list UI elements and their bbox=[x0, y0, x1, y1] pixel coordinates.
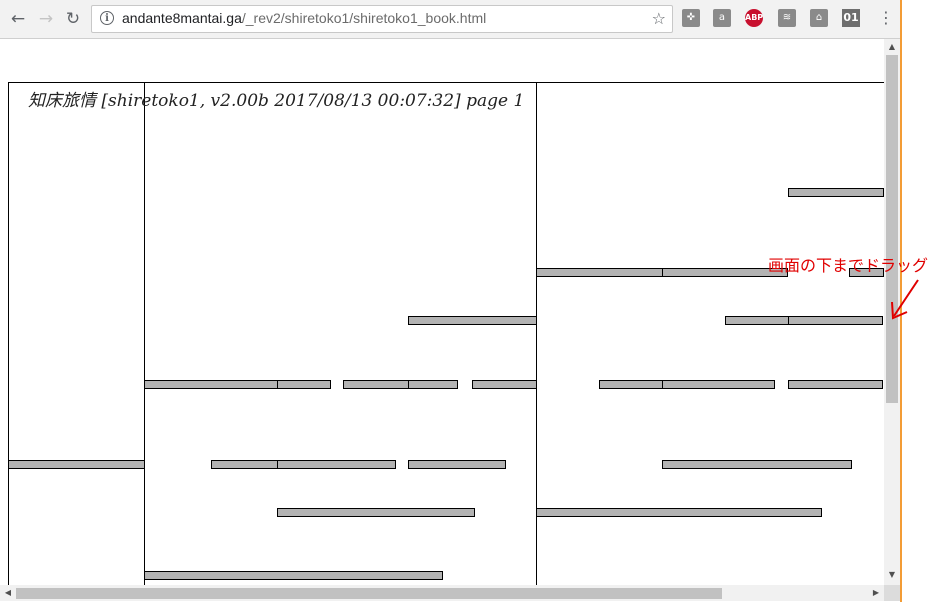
reload-button[interactable]: ↻ bbox=[63, 9, 83, 29]
note-bar bbox=[536, 268, 663, 277]
pdf-extension-icon[interactable]: ⌂ bbox=[810, 9, 828, 27]
menu-icon[interactable]: ⋮ bbox=[878, 8, 894, 28]
url-text[interactable]: andante8mantai.ga/_rev2/shiretoko1/shire… bbox=[122, 10, 486, 26]
note-bar bbox=[662, 380, 775, 389]
note-bar bbox=[343, 380, 409, 389]
note-bar bbox=[788, 188, 884, 197]
note-bar bbox=[788, 380, 883, 389]
url-path: /_rev2/shiretoko1/shiretoko1_book.html bbox=[241, 10, 487, 26]
measure-line bbox=[144, 82, 145, 585]
forward-button[interactable]: → bbox=[36, 9, 56, 29]
note-bar bbox=[472, 380, 537, 389]
info-icon[interactable]: i bbox=[100, 11, 114, 25]
back-button[interactable]: ← bbox=[8, 9, 28, 29]
note-bar bbox=[277, 380, 331, 389]
scrollbar-corner bbox=[884, 585, 900, 601]
shopping-bag-extension-icon[interactable]: a bbox=[713, 9, 731, 27]
horizontal-scroll-thumb[interactable] bbox=[16, 588, 722, 599]
bookmark-star-icon[interactable]: ☆ bbox=[652, 9, 666, 28]
horizontal-scrollbar[interactable]: ◀ ▶ bbox=[0, 585, 884, 601]
scroll-up-arrow-icon[interactable]: ▲ bbox=[884, 41, 900, 53]
note-bar bbox=[725, 316, 789, 325]
page-content: 知床旅情 [shiretoko1, v2.00b 2017/08/13 00:0… bbox=[0, 39, 884, 585]
note-bar bbox=[408, 380, 458, 389]
note-bar bbox=[408, 316, 537, 325]
note-bar bbox=[144, 380, 278, 389]
red-arrow-icon bbox=[891, 279, 919, 320]
page-title: 知床旅情 [shiretoko1, v2.00b 2017/08/13 00:0… bbox=[28, 91, 525, 111]
address-bar[interactable]: i andante8mantai.ga/_rev2/shiretoko1/shi… bbox=[91, 5, 673, 33]
note-bar bbox=[662, 460, 852, 469]
note-bar bbox=[788, 316, 883, 325]
browser-toolbar: ← → ↻ i andante8mantai.ga/_rev2/shiretok… bbox=[0, 0, 900, 39]
scroll-left-arrow-icon[interactable]: ◀ bbox=[0, 587, 16, 599]
puzzle-extension-icon[interactable]: ✜ bbox=[682, 9, 700, 27]
note-bar bbox=[211, 460, 278, 469]
binary-extension-icon[interactable]: 01 bbox=[842, 9, 860, 27]
note-bar bbox=[277, 460, 396, 469]
cast-icon[interactable]: ≋ bbox=[778, 9, 796, 27]
url-host: andante8mantai.ga bbox=[122, 10, 242, 26]
note-bar bbox=[599, 380, 663, 389]
scroll-right-arrow-icon[interactable]: ▶ bbox=[868, 587, 884, 599]
measure-line bbox=[8, 82, 9, 585]
note-bar bbox=[536, 508, 822, 517]
note-bar bbox=[8, 460, 145, 469]
drag-annotation: 画面の下までドラッグ bbox=[768, 256, 929, 275]
note-bar bbox=[408, 460, 506, 469]
page-top-rule bbox=[8, 82, 884, 83]
scroll-down-arrow-icon[interactable]: ▼ bbox=[884, 569, 900, 581]
note-bar bbox=[277, 508, 475, 517]
adblock-plus-icon[interactable]: ABP bbox=[745, 9, 763, 27]
note-bar bbox=[144, 571, 443, 580]
vertical-scroll-thumb[interactable] bbox=[886, 55, 898, 403]
